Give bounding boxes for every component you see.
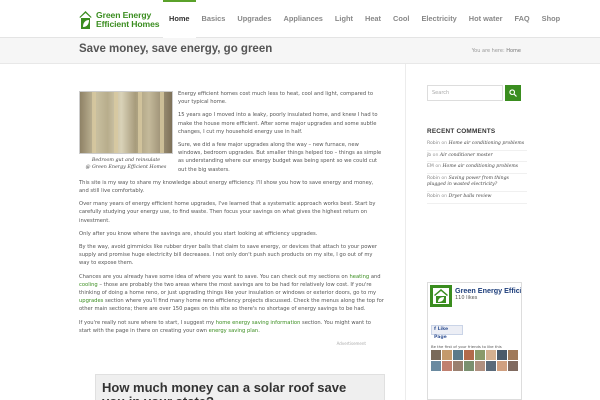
paragraph-gimmicks: By the way, avoid gimmicks like rubber d… (79, 244, 377, 267)
figure-caption: Bedroom gut and reinsulate @ Green Energ… (79, 154, 173, 171)
facebook-icon: f (434, 327, 436, 332)
search-button[interactable] (505, 85, 521, 101)
advertisement-box[interactable]: How much money can a solar roof save you… (95, 374, 385, 400)
breadcrumb: You are here: Home (472, 48, 521, 54)
link-energy-info[interactable]: home energy saving information (216, 320, 301, 326)
facebook-faces (431, 350, 521, 371)
facebook-page-widget: Green Energy Effici 110 likes f Like Pag… (427, 282, 522, 400)
comment-post-link[interactable]: Home air conditioning problems (449, 141, 525, 146)
main-nav: Home Basics Upgrades Appliances Light He… (163, 0, 566, 38)
avatar[interactable] (497, 361, 507, 371)
avatar[interactable] (497, 350, 507, 360)
avatar[interactable] (431, 361, 441, 371)
avatar[interactable] (486, 350, 496, 360)
link-heating[interactable]: heating (349, 274, 369, 280)
recent-comments-list: Robin on Home air conditioning problems … (427, 139, 527, 204)
advertisement-title[interactable]: How much money can a solar roof save you… (102, 381, 372, 400)
facebook-like-count: 110 likes (455, 295, 478, 301)
link-upgrades[interactable]: upgrades (79, 298, 103, 304)
avatar[interactable] (442, 350, 452, 360)
nav-item-home[interactable]: Home (163, 0, 196, 38)
nav-item-basics[interactable]: Basics (196, 0, 232, 38)
brand-line-2: Efficient Homes (96, 19, 160, 29)
nav-item-hot-water[interactable]: Hot water (463, 0, 509, 38)
site-logo[interactable]: Green Energy Efficient Homes (79, 7, 160, 33)
nav-item-cool[interactable]: Cool (387, 0, 415, 38)
title-bar: Save money, save energy, go green You ar… (0, 38, 600, 64)
search-input[interactable]: Search (427, 85, 503, 101)
avatar[interactable] (453, 350, 463, 360)
recent-comments-title: RECENT COMMENTS (427, 128, 496, 135)
avatar[interactable] (453, 361, 463, 371)
search-icon (509, 89, 517, 97)
comment-item: Robin on Home air conditioning problems (427, 139, 527, 151)
article-figure: Bedroom gut and reinsulate @ Green Energ… (79, 91, 173, 171)
page-title: Save money, save energy, go green (79, 43, 273, 55)
nav-item-heat[interactable]: Heat (359, 0, 387, 38)
paragraph-start: If you're really not sure where to start… (79, 319, 371, 334)
sidebar-divider (405, 64, 406, 400)
site-header: Green Energy Efficient Homes Home Basics… (0, 0, 600, 38)
avatar[interactable] (442, 361, 452, 371)
page-profile-icon[interactable] (430, 285, 452, 307)
nav-item-light[interactable]: Light (329, 0, 359, 38)
caption-line-2: @ Green Energy Efficient Homes (85, 165, 167, 170)
comment-item: Robin on Saving power from things plugge… (427, 174, 527, 192)
nav-item-upgrades[interactable]: Upgrades (231, 0, 277, 38)
avatar[interactable] (475, 350, 485, 360)
comment-post-link[interactable]: Air conditioner moster (440, 153, 493, 158)
avatar[interactable] (475, 361, 485, 371)
caption-line-1: Bedroom gut and reinsulate (91, 158, 161, 163)
nav-item-shop[interactable]: Shop (536, 0, 566, 38)
main-content: Bedroom gut and reinsulate @ Green Energ… (79, 90, 384, 348)
avatar[interactable] (486, 361, 496, 371)
comment-post-link[interactable]: Saving power from things plugged in wast… (427, 176, 509, 188)
paragraph-savings-first: Only after you know where the savings ar… (79, 230, 318, 237)
avatar[interactable] (508, 361, 518, 371)
avatar[interactable] (464, 350, 474, 360)
comment-item: jb on Air conditioner moster (427, 151, 527, 163)
advertisement-label: Advertisement (336, 341, 366, 347)
paragraph-sections: Chances are you already have some idea o… (79, 273, 384, 313)
facebook-like-button[interactable]: f Like Page (431, 325, 463, 340)
paragraph-purpose: This site is my way to share my knowledg… (79, 179, 374, 195)
brand-name: Green Energy Efficient Homes (96, 10, 160, 30)
avatar[interactable] (431, 350, 441, 360)
comment-item: EM on Home air conditioning problems (427, 162, 527, 174)
breadcrumb-prefix: You are here: (471, 48, 505, 54)
breadcrumb-home-link[interactable]: Home (506, 48, 521, 54)
bedroom-renovation-photo (79, 91, 173, 154)
avatar[interactable] (464, 361, 474, 371)
facebook-friends-text: Be the first of your friends to like thi… (431, 344, 502, 349)
house-leaf-icon (79, 10, 92, 30)
nav-item-appliances[interactable]: Appliances (277, 0, 328, 38)
comment-post-link[interactable]: Home air conditioning problems (443, 164, 519, 169)
paragraph-approach: Over many years of energy efficient home… (79, 201, 376, 224)
avatar[interactable] (508, 350, 518, 360)
link-cooling[interactable]: cooling (79, 282, 98, 288)
comment-post-link[interactable]: Dryer balls review (449, 194, 492, 199)
nav-item-electricity[interactable]: Electricity (415, 0, 462, 38)
link-energy-plan[interactable]: energy saving plan (209, 328, 259, 334)
comment-item: Robin on Dryer balls review (427, 192, 527, 204)
facebook-page-name[interactable]: Green Energy Effici (455, 286, 521, 295)
nav-item-faq[interactable]: FAQ (508, 0, 535, 38)
